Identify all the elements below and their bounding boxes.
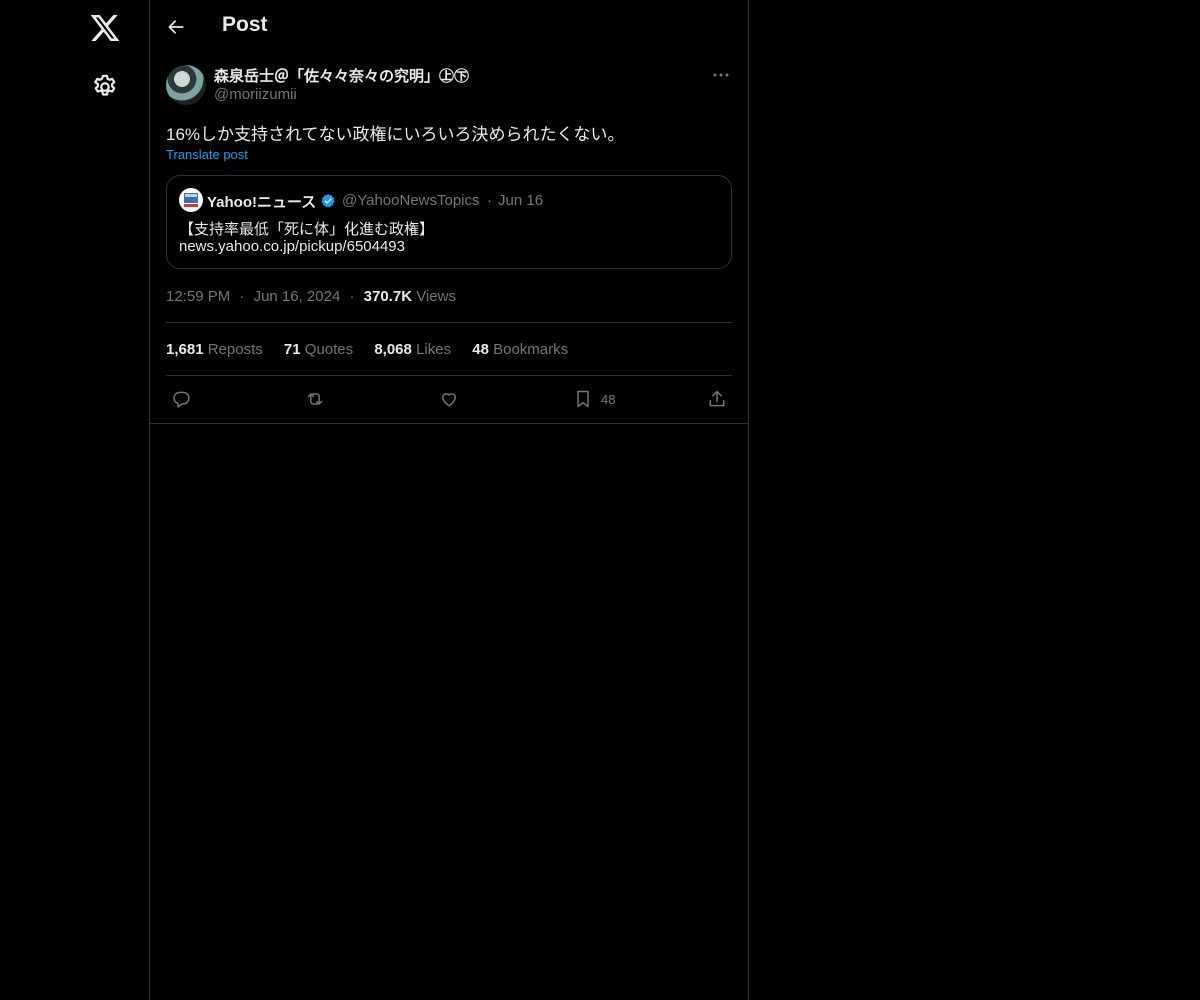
avatar[interactable] bbox=[166, 65, 206, 105]
post-date[interactable]: Jun 16, 2024 bbox=[254, 288, 341, 305]
reply-icon bbox=[173, 391, 190, 408]
repost-button[interactable] bbox=[305, 386, 325, 412]
divider bbox=[166, 322, 732, 323]
more-options-button[interactable] bbox=[710, 66, 732, 84]
translate-post-link[interactable]: Translate post bbox=[166, 147, 248, 162]
more-dots-icon bbox=[713, 73, 729, 77]
share-button[interactable] bbox=[707, 386, 727, 412]
author-handle[interactable]: @moriizumii bbox=[214, 86, 297, 103]
likes-label: Likes bbox=[416, 341, 452, 358]
quote-link-text: news.yahoo.co.jp/pickup/6504493 bbox=[179, 238, 405, 255]
bookmark-button[interactable]: 48 bbox=[573, 386, 615, 412]
quote-author-name: Yahoo!ニュース bbox=[207, 194, 317, 211]
bookmarks-label: Bookmarks bbox=[493, 341, 569, 358]
bookmarks-stat[interactable]: 48 Bookmarks bbox=[472, 341, 568, 358]
gear-icon[interactable] bbox=[91, 73, 119, 101]
post-text: 16%しか支持されてない政権にいろいろ決められたくない。 bbox=[166, 125, 625, 144]
left-nav bbox=[0, 0, 149, 1000]
quote-date: Jun 16 bbox=[498, 192, 544, 209]
separator-dot: · bbox=[487, 192, 492, 209]
bookmarks-count: 48 bbox=[472, 341, 489, 358]
page-title: Post bbox=[222, 13, 268, 36]
bookmark-count: 48 bbox=[601, 391, 616, 407]
author-name[interactable]: 森泉岳士＠「佐々々奈々の究明」㊤㊦ bbox=[214, 65, 469, 86]
quote-avatar bbox=[179, 188, 203, 212]
likes-count: 8,068 bbox=[374, 341, 412, 358]
separator-dot: · bbox=[349, 288, 355, 305]
like-button[interactable] bbox=[439, 386, 459, 412]
heart-icon bbox=[442, 393, 456, 407]
views-label: Views bbox=[416, 288, 456, 305]
divider bbox=[166, 375, 732, 376]
views-count: 370.7K bbox=[363, 288, 413, 305]
share-icon bbox=[709, 390, 725, 407]
reposts-stat[interactable]: 1,681 Reposts bbox=[166, 341, 263, 358]
post-time[interactable]: 12:59 PM bbox=[166, 288, 230, 305]
verified-badge-icon bbox=[321, 194, 335, 208]
post-meta: 12:59 PM · Jun 16, 2024 · 370.7K Views bbox=[166, 288, 456, 305]
back-button[interactable] bbox=[162, 13, 190, 41]
reply-button[interactable] bbox=[171, 386, 191, 412]
divider bbox=[150, 423, 748, 424]
quotes-count: 71 bbox=[283, 341, 301, 358]
reposts-label: Reposts bbox=[207, 341, 263, 358]
repost-icon bbox=[307, 393, 323, 405]
x-logo-icon[interactable] bbox=[88, 12, 122, 44]
bookmark-icon bbox=[577, 390, 589, 408]
action-bar: 48 bbox=[166, 386, 732, 412]
separator-dot: · bbox=[239, 288, 245, 305]
arrow-left-icon bbox=[168, 20, 184, 34]
likes-stat[interactable]: 8,068 Likes bbox=[374, 341, 451, 358]
header: Post bbox=[150, 0, 748, 54]
post-stats: 1,681 Reposts 71 Quotes 8,068 Likes 48 B… bbox=[166, 341, 585, 358]
main-column: Post 森泉岳士＠「佐々々奈々の究明」㊤㊦ @moriizumii 16%しか… bbox=[149, 0, 749, 1000]
quote-author-handle: @YahooNewsTopics bbox=[342, 192, 480, 209]
quotes-stat[interactable]: 71 Quotes bbox=[284, 341, 353, 358]
quoted-post[interactable]: Yahoo!ニュース @YahooNewsTopics · Jun 16 【支持… bbox=[166, 175, 732, 269]
quotes-label: Quotes bbox=[304, 341, 354, 358]
reposts-count: 1,681 bbox=[166, 341, 204, 358]
quote-text-line: 【支持率最低「死に体」化進む政権】 bbox=[179, 221, 435, 238]
